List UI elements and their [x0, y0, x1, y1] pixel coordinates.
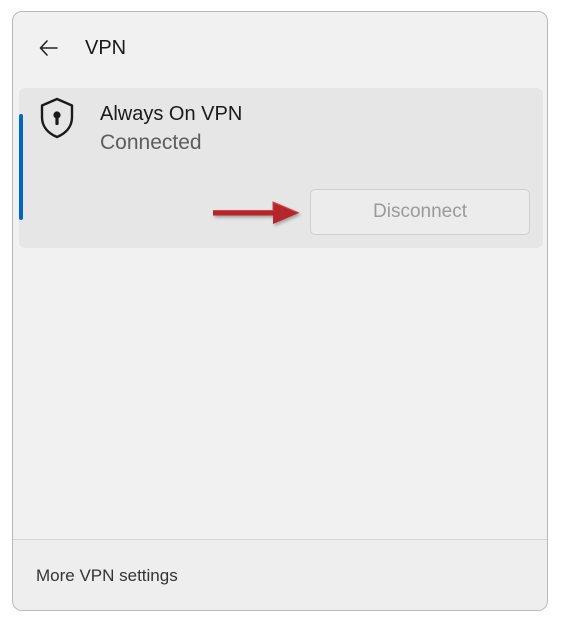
more-vpn-settings-link[interactable]: More VPN settings — [36, 566, 178, 586]
red-arrow-icon — [213, 201, 300, 224]
selected-indicator — [19, 114, 23, 220]
panel-header: VPN — [13, 12, 547, 84]
vpn-quick-settings-panel: VPN Always On VPN Connected Disconnect M… — [12, 11, 548, 611]
vpn-connection-card[interactable]: Always On VPN Connected Disconnect — [19, 88, 543, 248]
vpn-connection-name: Always On VPN — [100, 103, 243, 125]
panel-footer: More VPN settings — [13, 540, 547, 610]
arrow-left-icon — [39, 40, 58, 56]
vpn-connection-status: Connected — [100, 131, 202, 154]
shield-lock-icon — [40, 97, 74, 139]
back-button[interactable] — [35, 34, 63, 62]
page-title: VPN — [85, 37, 127, 59]
disconnect-button[interactable]: Disconnect — [310, 189, 530, 235]
